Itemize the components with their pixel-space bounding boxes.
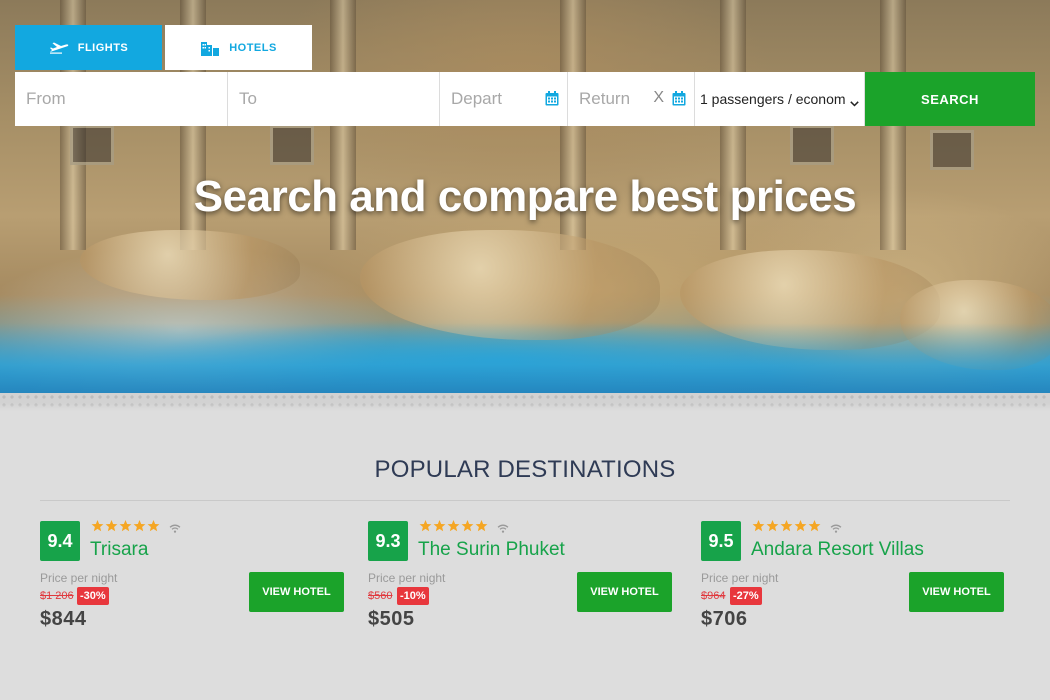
star-icon: [105, 520, 118, 532]
search-button[interactable]: SEARCH: [865, 72, 1035, 126]
price-label: Price per night: [40, 571, 118, 585]
calendar-icon[interactable]: [672, 91, 686, 111]
hotel-card: 9.3 The Surin Phuket Price per night $56…: [368, 520, 678, 640]
building-window: [270, 125, 314, 165]
star-icon: [752, 520, 765, 532]
star-icon: [780, 520, 793, 532]
price-label: Price per night: [368, 571, 446, 585]
return-placeholder: Return: [579, 89, 631, 108]
score-badge: 9.3: [368, 521, 408, 561]
wifi-icon: [830, 520, 842, 538]
to-placeholder: To: [239, 89, 257, 108]
hotel-name-link[interactable]: Andara Resort Villas: [751, 539, 924, 561]
old-price: $964: [701, 590, 726, 602]
discount-badge: -10%: [397, 587, 429, 605]
return-date-field[interactable]: Return X: [568, 72, 695, 126]
wifi-icon: [497, 520, 509, 538]
score-badge: 9.4: [40, 521, 80, 561]
depart-placeholder: Depart: [451, 89, 503, 108]
hotel-card: 9.4 Trisara Price per night $1 206 -30% …: [40, 520, 350, 640]
from-placeholder: From: [26, 89, 66, 108]
depart-date-field[interactable]: Depart: [440, 72, 568, 126]
hotel-card: 9.5 Andara Resort Villas Price per night…: [701, 520, 1011, 640]
to-field[interactable]: To: [228, 72, 440, 126]
fountain-water: [0, 323, 1050, 393]
dotted-divider: [0, 393, 1050, 411]
star-icon: [794, 520, 807, 532]
star-icon: [133, 520, 146, 532]
star-icon: [419, 520, 432, 532]
view-hotel-button[interactable]: VIEW HOTEL: [577, 572, 672, 612]
star-icon: [447, 520, 460, 532]
airplane-icon: [49, 42, 69, 54]
building-window: [70, 125, 114, 165]
discount-badge: -27%: [730, 587, 762, 605]
star-icon: [461, 520, 474, 532]
hotel-icon: [200, 40, 220, 56]
star-icon: [91, 520, 104, 532]
tab-flights-label: FLIGHTS: [77, 41, 129, 54]
passengers-value: 1 passengers / econom: [700, 91, 846, 107]
price-label: Price per night: [701, 571, 779, 585]
current-price: $844: [40, 608, 87, 630]
chevron-down-icon: [850, 94, 859, 110]
view-hotel-button[interactable]: VIEW HOTEL: [249, 572, 344, 612]
current-price: $706: [701, 608, 748, 630]
clear-return-button[interactable]: X: [653, 89, 664, 107]
discount-badge: -30%: [77, 587, 109, 605]
star-icon: [119, 520, 132, 532]
tab-flights[interactable]: FLIGHTS: [15, 25, 162, 70]
current-price: $505: [368, 608, 415, 630]
old-price: $1 206: [40, 590, 74, 602]
tab-hotels[interactable]: HOTELS: [165, 25, 312, 70]
score-badge: 9.5: [701, 521, 741, 561]
old-price: $560: [368, 590, 393, 602]
calendar-icon[interactable]: [545, 91, 559, 111]
hero-title: Search and compare best prices: [193, 172, 857, 221]
hotel-name-link[interactable]: Trisara: [90, 539, 148, 561]
star-rating: [419, 520, 489, 532]
star-icon: [147, 520, 160, 532]
building-window: [790, 125, 834, 165]
section-divider: [40, 500, 1010, 501]
section-title: POPULAR DESTINATIONS: [374, 456, 676, 483]
tab-hotels-label: HOTELS: [229, 41, 277, 54]
star-icon: [475, 520, 488, 532]
view-hotel-button[interactable]: VIEW HOTEL: [909, 572, 1004, 612]
star-rating: [91, 520, 161, 532]
passengers-select[interactable]: 1 passengers / econom: [695, 72, 865, 126]
from-field[interactable]: From: [15, 72, 228, 126]
star-icon: [433, 520, 446, 532]
building-window: [930, 130, 974, 170]
fountain-rock: [80, 230, 300, 300]
wifi-icon: [169, 520, 181, 538]
star-icon: [808, 520, 821, 532]
star-icon: [766, 520, 779, 532]
hotel-name-link[interactable]: The Surin Phuket: [418, 539, 565, 561]
star-rating: [752, 520, 822, 532]
